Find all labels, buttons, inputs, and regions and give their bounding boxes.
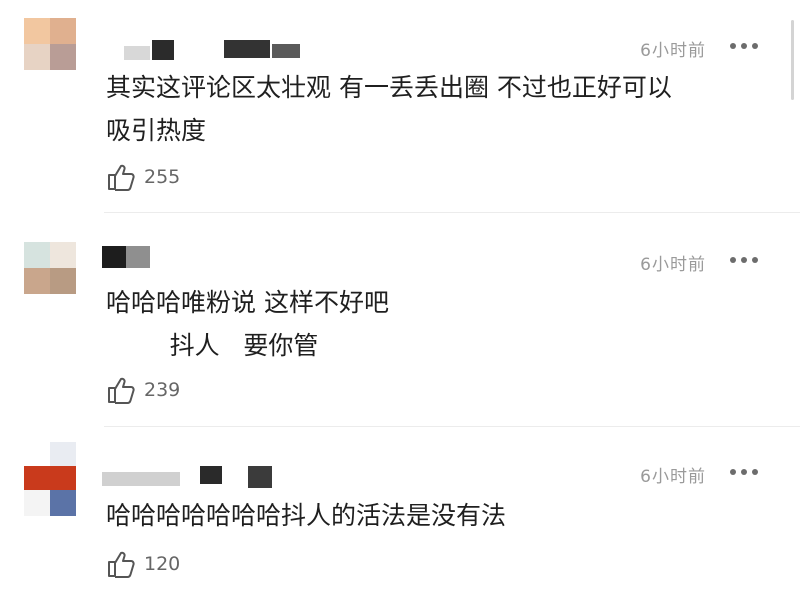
divider [104, 426, 800, 427]
like-count: 120 [144, 553, 181, 575]
thumbs-up-icon [108, 551, 135, 578]
more-icon[interactable] [730, 469, 760, 477]
comment-text-line: 哈哈哈哈哈哈哈抖人的活法是没有法 [106, 501, 507, 530]
comment-time: 6小时前 [640, 467, 706, 487]
more-icon[interactable] [730, 43, 760, 51]
thumbs-up-icon [108, 164, 135, 191]
comment-text-line: 抖人 要你管 [106, 331, 319, 360]
divider [104, 212, 800, 213]
like-count: 255 [144, 166, 181, 188]
avatar[interactable] [24, 442, 76, 518]
like-button[interactable]: 239 [106, 376, 196, 404]
comment-time: 6小时前 [640, 255, 706, 275]
avatar[interactable] [24, 242, 76, 294]
thumbs-up-icon [108, 377, 135, 404]
username[interactable] [102, 466, 282, 488]
comment-text-line: 哈哈哈唯粉说 这样不好吧 [106, 288, 389, 317]
comment-text: 哈哈哈唯粉说 这样不好吧 抖人 要你管 [106, 281, 766, 367]
scrollbar[interactable] [791, 20, 794, 100]
username[interactable] [102, 246, 162, 268]
comment-text: 其实这评论区太壮观 有一丢丢出圈 不过也正好可以 吸引热度 [106, 66, 766, 152]
username[interactable] [102, 40, 302, 62]
comment-text-line: 其实这评论区太壮观 有一丢丢出圈 不过也正好可以 [106, 73, 672, 102]
avatar[interactable] [24, 18, 76, 70]
comment-text-line: 吸引热度 [106, 116, 207, 145]
comment-time: 6小时前 [640, 41, 706, 61]
like-button[interactable]: 120 [106, 550, 196, 578]
comment-text: 哈哈哈哈哈哈哈抖人的活法是没有法 [106, 494, 766, 537]
like-count: 239 [144, 379, 181, 401]
like-button[interactable]: 255 [106, 163, 196, 191]
more-icon[interactable] [730, 257, 760, 265]
